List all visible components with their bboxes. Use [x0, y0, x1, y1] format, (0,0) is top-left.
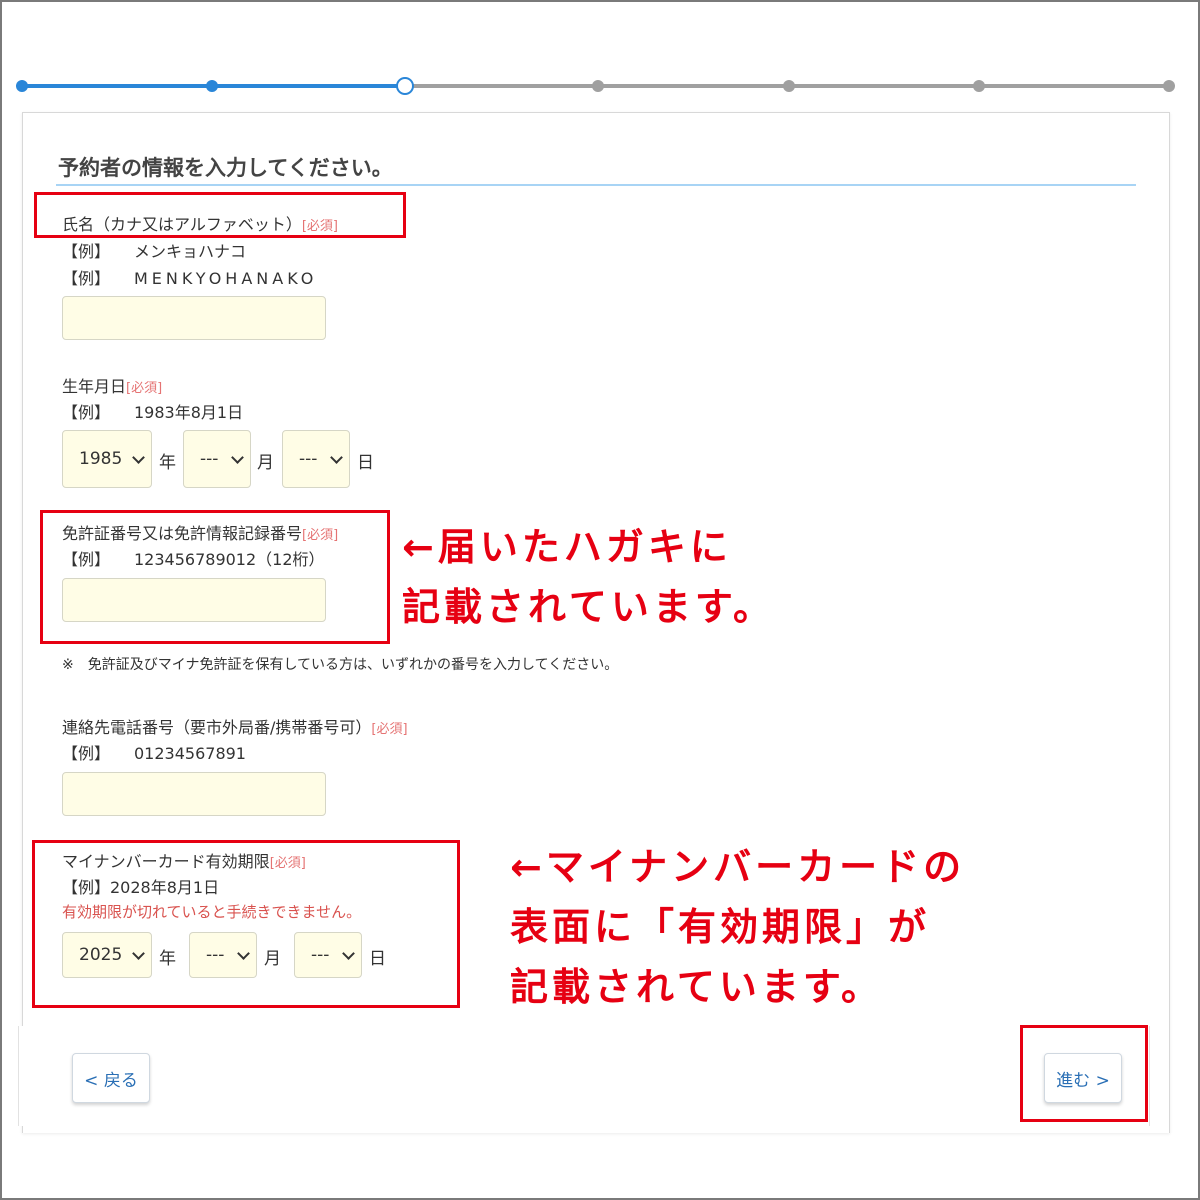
- birth-day-unit: 日: [357, 453, 374, 473]
- form-footer: [18, 1026, 1150, 1126]
- annotation-license-line2: 記載されています。: [402, 585, 776, 629]
- birth-day-select[interactable]: ---: [282, 430, 350, 488]
- name-example-2: 【例】 MENKYOHANAKO: [62, 269, 318, 288]
- required-mark: [必須]: [371, 722, 408, 737]
- chevron-down-icon: [231, 451, 244, 464]
- birthdate-example: 【例】 1983年8月1日: [62, 403, 244, 422]
- progress-step-1: [16, 80, 28, 92]
- annotation-expiry-line1: ←マイナンバーカードの: [510, 845, 966, 889]
- progress-step-4: [592, 80, 604, 92]
- birth-month-select[interactable]: ---: [183, 430, 251, 488]
- license-note: ※ 免許証及びマイナ免許証を保有している方は、いずれかの番号を入力してください。: [62, 657, 619, 673]
- chevron-down-icon: [330, 451, 343, 464]
- phone-example: 【例】 01234567891: [62, 744, 246, 763]
- page-title: 予約者の情報を入力してください。: [58, 156, 393, 180]
- required-mark: [必須]: [126, 381, 163, 396]
- highlight-license-field: [40, 510, 390, 644]
- title-divider: [56, 184, 1136, 186]
- name-example-1: 【例】 メンキョハナコ: [62, 242, 247, 261]
- highlight-expiry-field: [32, 840, 460, 1008]
- phone-input[interactable]: [62, 772, 326, 816]
- birth-year-select[interactable]: 1985: [62, 430, 152, 488]
- progress-stepper: [16, 77, 1175, 95]
- back-button[interactable]: < 戻る: [72, 1053, 150, 1103]
- annotation-license-line1: ←届いたハガキに: [402, 525, 732, 569]
- phone-label: 連絡先電話番号（要市外局番/携帯番号可）[必須]: [62, 718, 408, 737]
- progress-step-3-current: [396, 77, 414, 95]
- annotation-expiry-line2: 表面に「有効期限」が: [510, 905, 931, 949]
- progress-step-2: [206, 80, 218, 92]
- highlight-name-label: [34, 192, 406, 238]
- progress-step-7: [1163, 80, 1175, 92]
- highlight-next-button: [1020, 1025, 1148, 1122]
- chevron-down-icon: [132, 451, 145, 464]
- birth-year-unit: 年: [159, 453, 176, 473]
- progress-step-5: [783, 80, 795, 92]
- annotation-expiry-line3: 記載されています。: [510, 965, 884, 1009]
- progress-step-6: [973, 80, 985, 92]
- name-input[interactable]: [62, 296, 326, 340]
- birth-month-unit: 月: [257, 453, 274, 473]
- birthdate-label: 生年月日[必須]: [62, 377, 163, 396]
